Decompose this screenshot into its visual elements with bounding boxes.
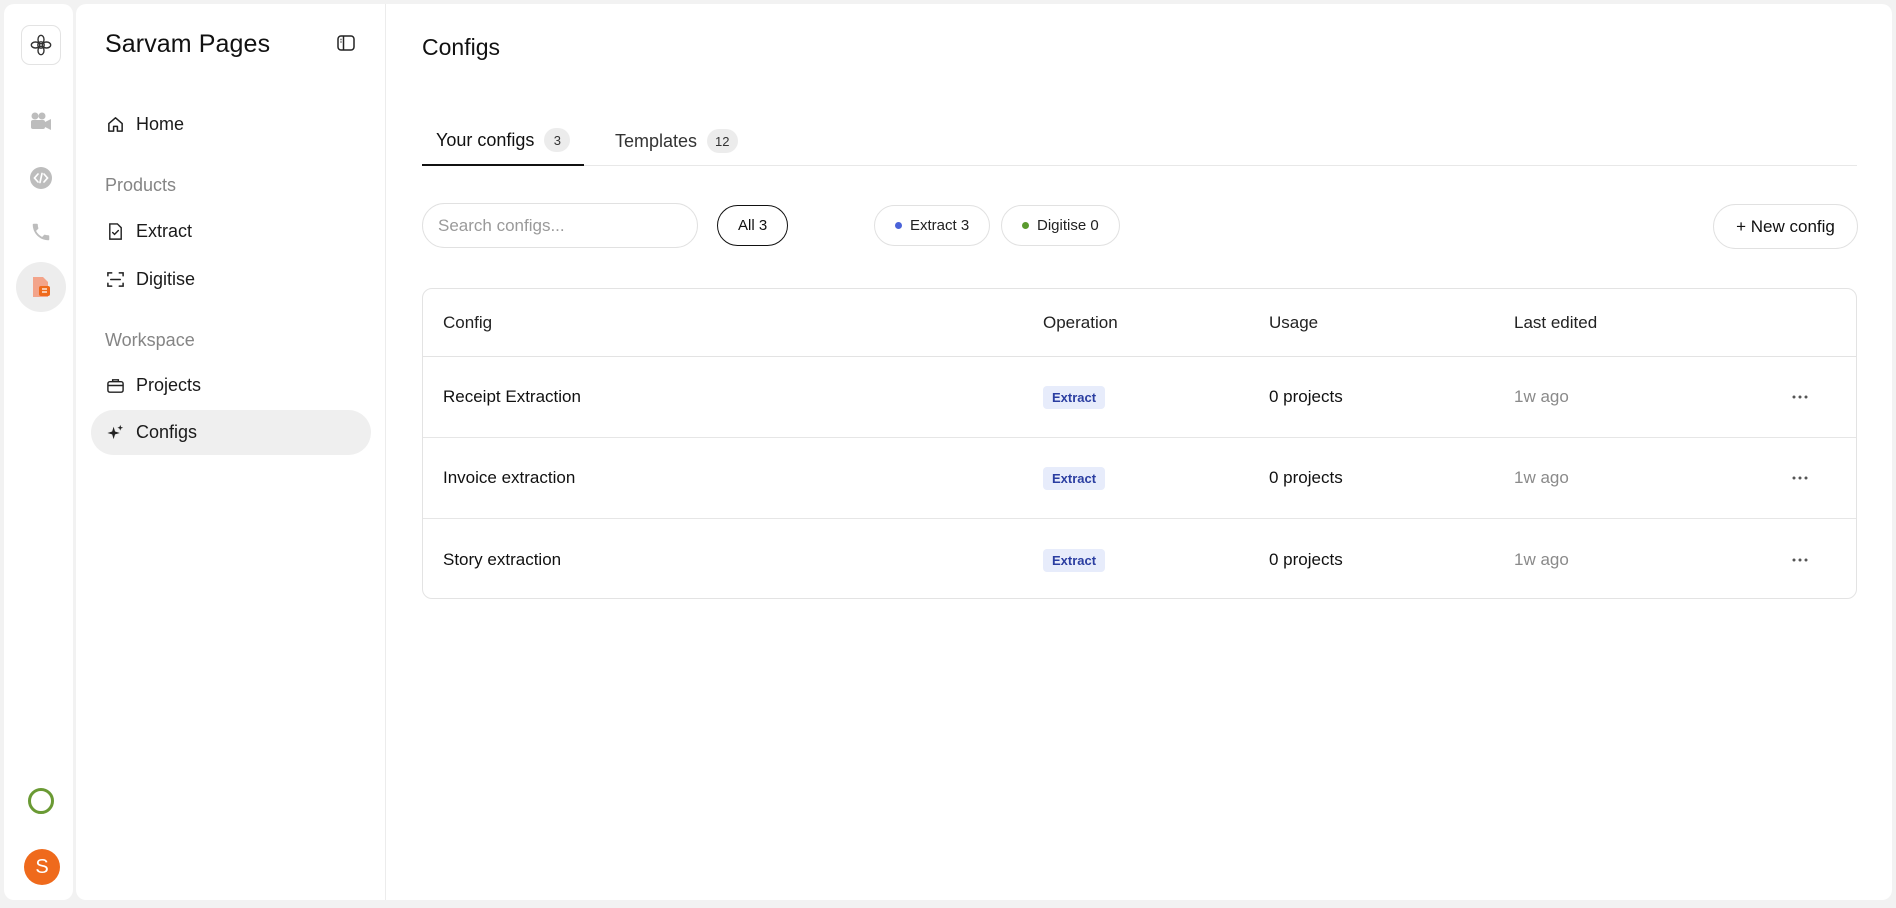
usage-value: 0 projects bbox=[1269, 387, 1343, 406]
brand-title: Sarvam Pages bbox=[105, 30, 271, 58]
sidebar-item-digitise[interactable]: Digitise bbox=[91, 257, 371, 302]
filter-label: Digitise 0 bbox=[1037, 217, 1099, 234]
sidebar-item-label: Home bbox=[136, 114, 185, 134]
sidebar-item-projects[interactable]: Projects bbox=[91, 363, 371, 408]
header-operation[interactable]: Operation bbox=[1043, 313, 1118, 333]
table-header: Config Operation Usage Last edited bbox=[423, 289, 1856, 357]
sidebar-item-label: Projects bbox=[136, 375, 202, 395]
sidebar-item-label: Digitise bbox=[136, 269, 196, 289]
status-ring-icon bbox=[28, 788, 54, 814]
products-heading: Products bbox=[105, 175, 177, 195]
more-options-icon[interactable] bbox=[1786, 549, 1814, 571]
config-name[interactable]: Invoice extraction bbox=[443, 468, 575, 488]
tab-templates[interactable]: Templates 12 bbox=[601, 116, 752, 166]
header-last-edited[interactable]: Last edited bbox=[1514, 313, 1597, 333]
tab-bar: Your configs 3 Templates 12 bbox=[422, 116, 1857, 166]
configs-table: Config Operation Usage Last edited Recei… bbox=[422, 288, 1857, 599]
filter-label: Extract 3 bbox=[910, 217, 970, 234]
filter-digitise[interactable]: Digitise 0 bbox=[1001, 205, 1120, 246]
content-area: Configs Your configs 3 Templates 12 All … bbox=[422, 4, 1858, 900]
filter-label: All 3 bbox=[738, 217, 768, 234]
briefcase-icon bbox=[105, 376, 125, 396]
operation-badge: Extract bbox=[1043, 467, 1106, 490]
sidebar-item-label: Extract bbox=[136, 221, 193, 241]
config-name[interactable]: Receipt Extraction bbox=[443, 387, 581, 407]
sidebar: Sarvam Pages Home Products Extract Digit… bbox=[76, 4, 386, 900]
app-rail: S bbox=[4, 4, 73, 900]
table-row[interactable]: Receipt Extraction Extract 0 projects 1w… bbox=[423, 357, 1856, 438]
video-camera-icon[interactable] bbox=[16, 97, 66, 147]
flower-logo-icon[interactable] bbox=[21, 25, 61, 65]
sidebar-toggle-icon[interactable] bbox=[336, 33, 358, 55]
header-config[interactable]: Config bbox=[443, 313, 492, 333]
sidebar-item-configs[interactable]: Configs bbox=[91, 410, 371, 455]
table-row[interactable]: Story extraction Extract 0 projects 1w a… bbox=[423, 519, 1856, 598]
scan-icon bbox=[105, 270, 125, 290]
digitise-dot-icon bbox=[1022, 222, 1029, 229]
tab-label: Your configs bbox=[436, 129, 535, 150]
header-usage[interactable]: Usage bbox=[1269, 313, 1318, 333]
sidebar-item-home[interactable]: Home bbox=[91, 102, 371, 147]
more-options-icon[interactable] bbox=[1786, 386, 1814, 408]
search-input[interactable] bbox=[422, 203, 698, 248]
filter-all[interactable]: All 3 bbox=[717, 205, 789, 246]
tab-count-badge: 12 bbox=[707, 129, 738, 153]
tab-your-configs[interactable]: Your configs 3 bbox=[422, 116, 585, 166]
config-name[interactable]: Story extraction bbox=[443, 550, 561, 570]
usage-value: 0 projects bbox=[1269, 549, 1343, 569]
usage-value: 0 projects bbox=[1269, 468, 1343, 487]
new-config-button[interactable]: + New config bbox=[1713, 204, 1858, 249]
page-title: Configs bbox=[422, 34, 500, 60]
sidebar-item-label: Configs bbox=[136, 422, 198, 442]
tab-label: Templates bbox=[615, 130, 698, 151]
phone-icon[interactable] bbox=[16, 207, 66, 257]
home-icon bbox=[105, 115, 125, 135]
sparkle-icon bbox=[105, 423, 125, 443]
extract-dot-icon bbox=[895, 222, 902, 229]
sidebar-item-extract[interactable]: Extract bbox=[91, 209, 371, 254]
table-row[interactable]: Invoice extraction Extract 0 projects 1w… bbox=[423, 438, 1856, 519]
operation-badge: Extract bbox=[1043, 386, 1106, 409]
avatar[interactable]: S bbox=[24, 849, 60, 885]
main-panel: Sarvam Pages Home Products Extract Digit… bbox=[76, 4, 1892, 900]
tab-count-badge: 3 bbox=[544, 128, 571, 152]
code-icon[interactable] bbox=[16, 153, 66, 203]
workspace-heading: Workspace bbox=[105, 330, 195, 350]
filter-extract[interactable]: Extract 3 bbox=[874, 205, 991, 246]
extract-icon bbox=[105, 222, 125, 242]
document-extract-icon[interactable] bbox=[16, 262, 66, 312]
operation-badge: Extract bbox=[1043, 548, 1106, 572]
more-options-icon[interactable] bbox=[1786, 467, 1814, 489]
